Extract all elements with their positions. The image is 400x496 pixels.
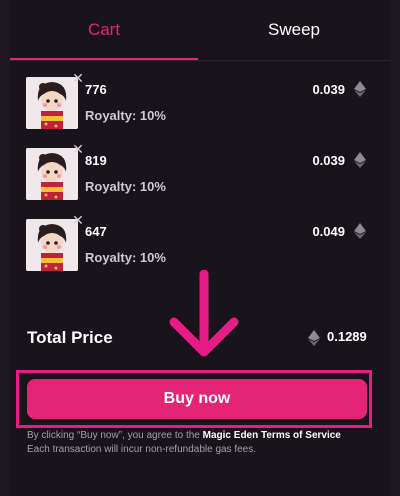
eth-icon	[354, 223, 366, 239]
remove-item-icon[interactable]: ✕	[71, 142, 85, 156]
tab-sweep[interactable]: Sweep	[200, 0, 388, 60]
down-arrow-icon	[169, 270, 239, 357]
eth-icon	[308, 330, 320, 346]
tab-cart[interactable]: Cart	[10, 0, 198, 60]
remove-item-icon[interactable]: ✕	[71, 213, 85, 227]
terms-of-service-link[interactable]: Magic Eden Terms of Service	[203, 430, 341, 441]
item-name: 819	[85, 153, 107, 168]
tab-divider	[10, 60, 390, 61]
item-name: 776	[85, 82, 107, 97]
item-price: 0.039	[312, 82, 345, 97]
tab-bar: Cart Sweep	[10, 0, 390, 62]
disclaimer-text: By clicking “Buy now”, you agree to the	[27, 430, 200, 441]
disclaimer: By clicking “Buy now”, you agree to the …	[27, 429, 372, 457]
nft-thumbnail[interactable]: ✕	[26, 142, 84, 200]
total-price-value: 0.1289	[327, 329, 367, 344]
item-royalty: Royalty: 10%	[85, 108, 166, 123]
gas-fee-note: Each transaction will incur non-refundab…	[27, 444, 257, 455]
eth-icon	[354, 152, 366, 168]
remove-item-icon[interactable]: ✕	[71, 71, 85, 85]
item-name: 647	[85, 224, 107, 239]
buy-now-button[interactable]: Buy now	[27, 379, 367, 419]
cart-item: ✕ 819 Royalty: 10% 0.039	[26, 142, 371, 200]
cart-item: ✕ 647 Royalty: 10% 0.049	[26, 213, 371, 271]
item-price: 0.039	[312, 153, 345, 168]
item-royalty: Royalty: 10%	[85, 250, 166, 265]
total-price-label: Total Price	[27, 328, 113, 347]
cart-item: ✕ 776 Royalty: 10% 0.039	[26, 71, 371, 129]
item-price: 0.049	[312, 224, 345, 239]
eth-icon	[354, 81, 366, 97]
nft-thumbnail[interactable]: ✕	[26, 213, 84, 271]
item-royalty: Royalty: 10%	[85, 179, 166, 194]
nft-thumbnail[interactable]: ✕	[26, 71, 84, 129]
